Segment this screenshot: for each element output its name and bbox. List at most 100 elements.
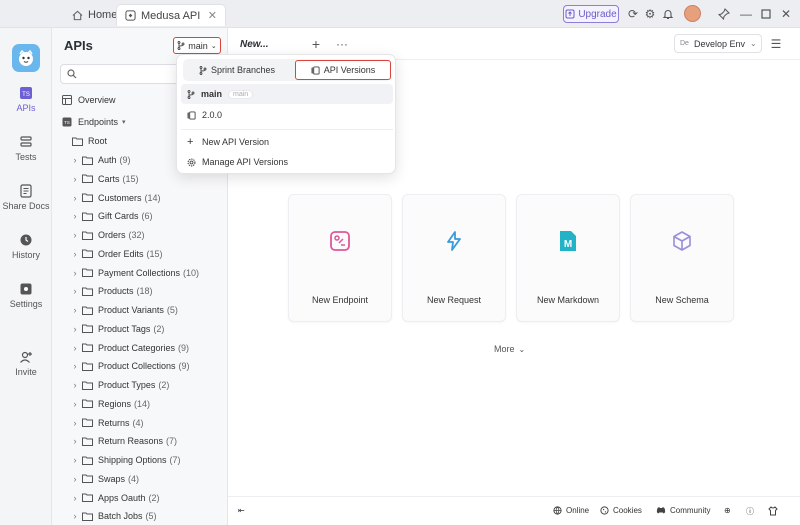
close-icon[interactable]: ✕: [208, 9, 217, 22]
minimize-icon[interactable]: —: [738, 6, 754, 22]
bell-icon[interactable]: [660, 6, 676, 22]
folder-item[interactable]: › Product Collections (9): [70, 357, 246, 375]
chevron-right-icon[interactable]: ›: [70, 399, 80, 409]
folder-item[interactable]: › Product Categories (9): [70, 339, 246, 357]
environment-selector[interactable]: De Develop Env ⌄: [674, 34, 762, 53]
new-markdown-card[interactable]: M New Markdown: [516, 194, 620, 322]
chevron-right-icon[interactable]: ›: [70, 436, 80, 446]
chevron-right-icon[interactable]: ›: [70, 380, 80, 390]
cookies-button[interactable]: Cookies: [600, 506, 642, 515]
window-close-icon[interactable]: ✕: [778, 6, 794, 22]
more-button[interactable]: More ⌄: [494, 344, 525, 354]
rail-item-settings[interactable]: Settings: [0, 282, 52, 309]
folder-count: (4): [128, 473, 140, 484]
chevron-right-icon[interactable]: ›: [70, 193, 80, 203]
pin-icon[interactable]: [716, 6, 732, 22]
chevron-right-icon[interactable]: ›: [70, 286, 80, 296]
chevron-right-icon[interactable]: ›: [70, 230, 80, 240]
chevron-right-icon[interactable]: ›: [70, 343, 80, 353]
branch-selector[interactable]: main ⌄: [173, 37, 221, 54]
folder-item[interactable]: › Product Types (2): [70, 376, 246, 394]
branch-label: main: [188, 40, 208, 51]
folder-name: Product Variants: [98, 305, 164, 315]
svg-text:M: M: [564, 239, 572, 250]
folder-count: (10): [183, 267, 200, 278]
title-bar: Home Medusa API ✕ Upgrade ⟳ ⚙ — ✕: [0, 0, 800, 28]
folder-icon: [80, 174, 94, 184]
folder-item[interactable]: › Swaps (4): [70, 470, 246, 488]
folder-name: Apps Oauth: [98, 492, 146, 503]
folder-item[interactable]: › Customers (14): [70, 189, 246, 207]
chevron-right-icon[interactable]: ›: [70, 511, 80, 521]
chevron-right-icon[interactable]: ›: [70, 174, 80, 184]
rail-item-invite[interactable]: Invite: [0, 350, 52, 377]
folder-icon: [80, 212, 94, 221]
folder-item[interactable]: › Regions (14): [70, 395, 246, 413]
chevron-right-icon[interactable]: ›: [70, 305, 80, 315]
help-icon[interactable]: ⓘ: [746, 506, 754, 517]
chevron-right-icon[interactable]: ›: [70, 474, 80, 484]
refresh-icon[interactable]: ⟳: [625, 6, 641, 22]
tab-medusa-api[interactable]: Medusa API ✕: [116, 4, 226, 26]
add-tab-icon[interactable]: +: [308, 36, 324, 52]
folder-item[interactable]: › Payment Collections (10): [70, 264, 246, 282]
chevron-right-icon[interactable]: ›: [70, 493, 80, 503]
chevron-right-icon[interactable]: ›: [70, 418, 80, 428]
tab-sprint-branches[interactable]: Sprint Branches: [187, 62, 287, 78]
chevron-right-icon[interactable]: ›: [70, 361, 80, 371]
folder-count: (18): [136, 286, 153, 297]
cookies-label: Cookies: [613, 506, 642, 515]
chevron-right-icon[interactable]: ›: [70, 211, 80, 221]
upgrade-button[interactable]: Upgrade: [563, 5, 619, 23]
avatar[interactable]: [684, 5, 701, 22]
maximize-icon[interactable]: [758, 6, 774, 22]
chevron-right-icon[interactable]: ›: [70, 249, 80, 259]
chevron-right-icon[interactable]: ›: [70, 155, 80, 165]
tab-sprint-branches-label: Sprint Branches: [210, 65, 276, 75]
branch-icon: [199, 65, 207, 75]
folder-item[interactable]: › Returns (4): [70, 414, 246, 432]
online-status[interactable]: Online: [553, 506, 589, 515]
shirt-icon[interactable]: [768, 506, 778, 516]
manage-api-versions-button[interactable]: Manage API Versions: [181, 152, 393, 172]
folder-count: (6): [141, 211, 153, 222]
chevron-right-icon[interactable]: ›: [70, 455, 80, 465]
more-tabs-icon[interactable]: ···: [334, 36, 350, 52]
gear-icon[interactable]: ⚙: [642, 6, 658, 22]
branch-icon: [187, 89, 195, 99]
folder-item[interactable]: › Gift Cards (6): [70, 207, 246, 225]
folder-item[interactable]: › Products (18): [70, 282, 246, 300]
folder-item[interactable]: › Apps Oauth (2): [70, 489, 246, 507]
version-item-main[interactable]: main main: [181, 84, 393, 104]
new-schema-card[interactable]: New Schema: [630, 194, 734, 322]
collapse-sidebar-icon[interactable]: ⇤: [238, 506, 245, 515]
card-label: New Schema: [655, 295, 709, 305]
rail-item-share-docs[interactable]: Share Docs: [0, 184, 52, 211]
history-icon: [20, 234, 32, 246]
folder-item[interactable]: › Product Variants (5): [70, 301, 246, 319]
new-request-card[interactable]: New Request: [402, 194, 506, 322]
plus-icon: +: [187, 136, 194, 148]
branch-icon: [177, 41, 185, 50]
folder-item[interactable]: › Return Reasons (7): [70, 432, 246, 450]
chevron-right-icon[interactable]: ›: [70, 324, 80, 334]
version-item-2-0-0[interactable]: 2.0.0: [181, 105, 393, 125]
community-button[interactable]: Community: [656, 506, 710, 515]
rail-item-apis[interactable]: TS APIs: [0, 86, 52, 113]
rail-item-history[interactable]: History: [0, 233, 52, 260]
svg-text:TS: TS: [22, 92, 30, 98]
tab-home-label: Home: [88, 9, 118, 21]
new-endpoint-card[interactable]: New Endpoint: [288, 194, 392, 322]
folder-item[interactable]: › Shipping Options (7): [70, 451, 246, 469]
folder-item[interactable]: › Batch Jobs (5): [70, 507, 246, 525]
folder-item[interactable]: › Order Edits (15): [70, 245, 246, 263]
folder-item[interactable]: › Product Tags (2): [70, 320, 246, 338]
folder-item[interactable]: › Orders (32): [70, 226, 246, 244]
tab-api-versions[interactable]: API Versions: [295, 60, 391, 80]
gear-icon: [187, 158, 196, 166]
chevron-right-icon[interactable]: ›: [70, 268, 80, 278]
menu-icon[interactable]: ☰: [768, 36, 784, 52]
add-circle-icon[interactable]: ⊕: [724, 506, 731, 515]
new-api-version-button[interactable]: + New API Version: [181, 132, 393, 152]
rail-item-tests[interactable]: Tests: [0, 135, 52, 162]
